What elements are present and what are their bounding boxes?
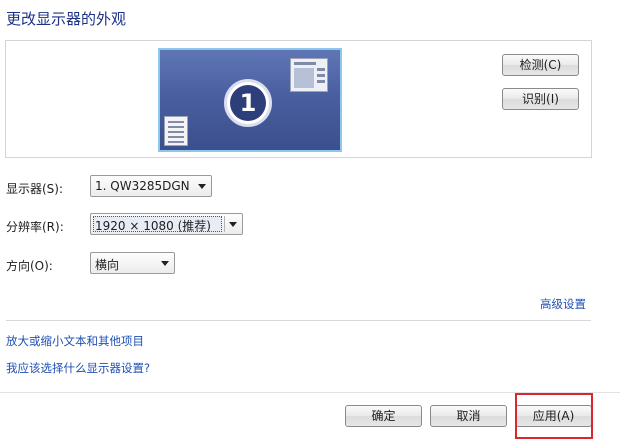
document-icon [164, 116, 188, 146]
orientation-select-value: 横向 [95, 258, 120, 272]
ok-button[interactable]: 确定 [345, 405, 422, 427]
divider [6, 320, 591, 321]
display-settings-help-link[interactable]: 我应该选择什么显示器设置? [6, 360, 150, 376]
enlarge-text-link[interactable]: 放大或缩小文本和其他项目 [6, 333, 144, 349]
chevron-down-icon [198, 184, 206, 189]
display-label: 显示器(S): [6, 182, 64, 196]
page-title: 更改显示器的外观 [6, 10, 127, 28]
chevron-down-icon [161, 261, 169, 266]
display-select[interactable]: 1. QW3285DGN [90, 175, 212, 197]
advanced-settings-link[interactable]: 高级设置 [540, 296, 586, 312]
monitor-number: 1 [230, 85, 266, 121]
cancel-button[interactable]: 取消 [430, 405, 507, 427]
resolution-select-value: 1920 × 1080 (推荐) [95, 219, 211, 233]
window-icon [290, 58, 328, 92]
display-select-value: 1. QW3285DGN [95, 179, 190, 193]
orientation-select[interactable]: 横向 [90, 252, 175, 274]
orientation-label: 方向(O): [6, 259, 53, 273]
monitor-1-thumbnail[interactable]: 1 [158, 48, 342, 152]
resolution-select[interactable]: 1920 × 1080 (推荐) [90, 213, 243, 235]
display-preview-panel: 1 检测(C) 识别(I) [5, 40, 592, 158]
detect-button[interactable]: 检测(C) [502, 54, 579, 76]
identify-button[interactable]: 识别(I) [502, 88, 579, 110]
chevron-down-icon [229, 222, 237, 227]
apply-button-highlight [515, 393, 593, 439]
monitor-number-badge: 1 [224, 79, 272, 127]
resolution-label: 分辨率(R): [6, 220, 64, 234]
